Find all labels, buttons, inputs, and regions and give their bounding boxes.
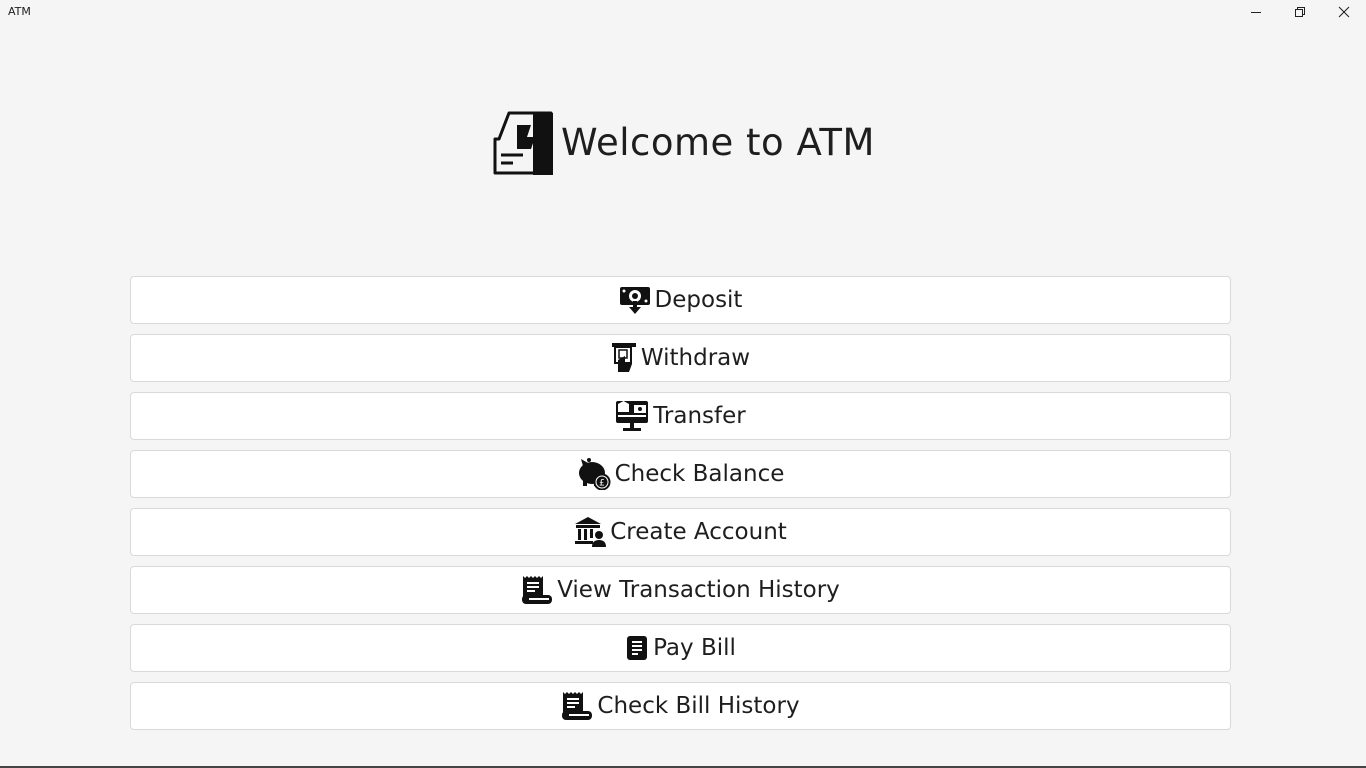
minimize-icon: [1251, 12, 1261, 13]
main-menu: Deposit Withdraw Transfer £ Check Balanc…: [130, 276, 1231, 740]
atm-icon: [491, 109, 557, 175]
svg-text:£: £: [599, 479, 605, 489]
cash-deposit-icon: [619, 285, 651, 315]
page-title: Welcome to ATM: [561, 120, 875, 164]
check-balance-button[interactable]: £ Check Balance: [130, 450, 1231, 498]
money-transfer-icon: [615, 400, 649, 432]
transfer-label: Transfer: [653, 403, 746, 429]
pay-bill-label: Pay Bill: [653, 635, 736, 661]
deposit-label: Deposit: [654, 287, 743, 313]
deposit-button[interactable]: Deposit: [130, 276, 1231, 324]
create-account-button[interactable]: Create Account: [130, 508, 1231, 556]
view-transaction-history-label: View Transaction History: [557, 577, 840, 603]
welcome-header: Welcome to ATM: [0, 108, 1366, 176]
withdraw-label: Withdraw: [640, 345, 751, 371]
bill-icon: [625, 635, 649, 661]
pay-bill-button[interactable]: Pay Bill: [130, 624, 1231, 672]
piggy-bank-icon: £: [577, 458, 611, 490]
restore-icon: [1295, 7, 1305, 17]
withdraw-button[interactable]: Withdraw: [130, 334, 1231, 382]
atm-withdraw-icon: [611, 342, 637, 374]
transfer-button[interactable]: Transfer: [130, 392, 1231, 440]
close-icon: [1338, 6, 1350, 18]
maximize-button[interactable]: [1278, 0, 1322, 24]
receipt-scroll-icon: [561, 691, 593, 721]
view-transaction-history-button[interactable]: View Transaction History: [130, 566, 1231, 614]
window-title: ATM: [8, 5, 31, 18]
minimize-button[interactable]: [1234, 0, 1278, 24]
check-balance-label: Check Balance: [614, 461, 785, 487]
close-button[interactable]: [1322, 0, 1366, 24]
receipt-scroll-icon: [521, 575, 553, 605]
create-account-label: Create Account: [610, 519, 787, 545]
check-bill-history-label: Check Bill History: [597, 693, 800, 719]
check-bill-history-button[interactable]: Check Bill History: [130, 682, 1231, 730]
bank-user-icon: [574, 516, 607, 548]
title-bar: ATM: [0, 0, 1366, 24]
